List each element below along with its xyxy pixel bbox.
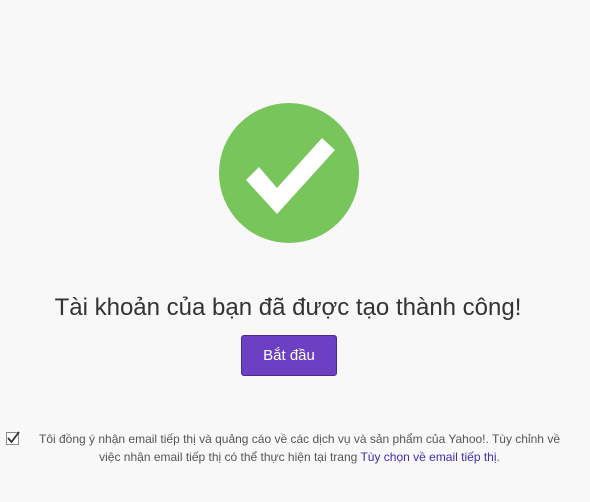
- email-preferences-link[interactable]: Tùy chọn về email tiếp thị: [360, 450, 496, 464]
- account-created-page: Tài khoản của bạn đã được tạo thành công…: [0, 0, 590, 502]
- consent-text: Tôi đồng ý nhận email tiếp thị và quảng …: [32, 430, 567, 466]
- consent-suffix: .: [496, 450, 500, 464]
- success-icon: [219, 103, 359, 243]
- page-title: Tài khoản của bạn đã được tạo thành công…: [54, 294, 522, 321]
- start-button[interactable]: Bắt đầu: [241, 335, 337, 376]
- checkmark-icon: [246, 138, 335, 214]
- checkbox-check-icon: [7, 431, 20, 444]
- marketing-consent-checkbox[interactable]: [6, 431, 20, 445]
